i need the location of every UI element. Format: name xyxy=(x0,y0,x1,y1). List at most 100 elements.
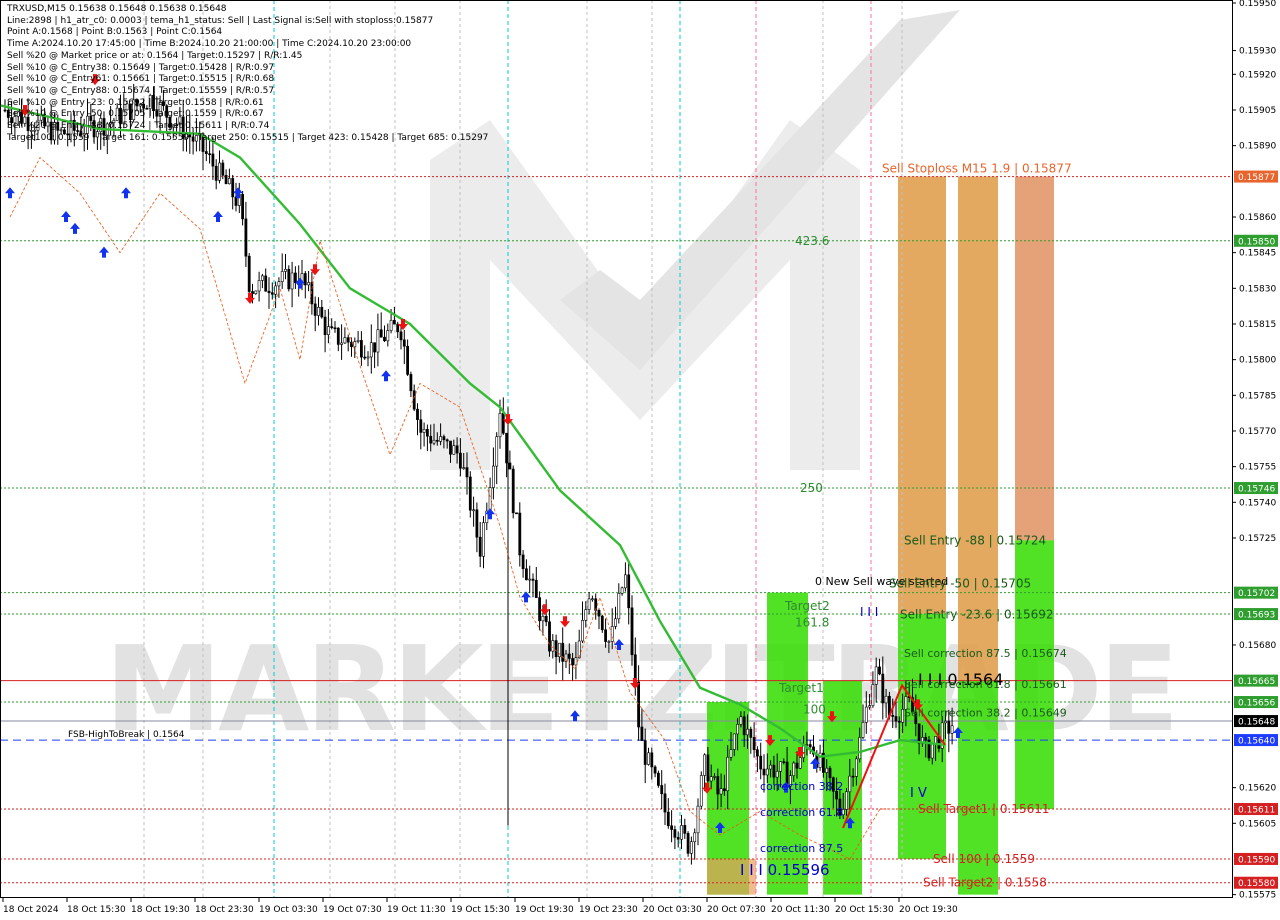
candle-body xyxy=(257,280,261,292)
candle-body xyxy=(548,621,551,652)
chart-label: Sell Stoploss M15 1.9 | 0.15877 xyxy=(882,162,1072,176)
price-tag-label: 0.15746 xyxy=(1238,485,1275,495)
candle-body xyxy=(323,316,327,335)
chart-label: Sell 100 | 0.1559 xyxy=(933,852,1035,866)
price-tag-label: 0.15580 xyxy=(1238,879,1275,889)
candle-body xyxy=(468,476,472,511)
chart-label: correction 38.2 xyxy=(760,780,843,793)
candle-body xyxy=(241,194,245,220)
candle-body xyxy=(736,724,740,735)
candle-body xyxy=(775,771,779,778)
chart-label: I I I xyxy=(860,605,878,619)
candle-body xyxy=(501,413,505,434)
candle-body xyxy=(445,439,449,442)
candle-body xyxy=(924,736,928,741)
candle-body xyxy=(851,775,855,778)
candle-body xyxy=(544,616,548,623)
time-tick-label: 20 Oct 07:30 xyxy=(707,905,766,915)
candle-body xyxy=(435,439,439,442)
candle-body xyxy=(808,744,812,748)
candle-body xyxy=(409,374,413,392)
candle-body xyxy=(274,285,278,295)
candle-body xyxy=(861,722,865,738)
candle-body xyxy=(280,271,284,282)
candle-body xyxy=(716,776,720,795)
candle-body xyxy=(647,752,650,765)
candle-body xyxy=(864,706,868,723)
price-tick-label: 0.15755 xyxy=(1239,463,1276,473)
candle-body xyxy=(534,580,538,598)
candle-body xyxy=(214,165,218,181)
candle-body xyxy=(894,716,898,722)
candle-body xyxy=(693,832,697,843)
candle-body xyxy=(333,327,337,330)
candle-body xyxy=(247,255,251,292)
candle-body xyxy=(406,345,410,375)
candle-body xyxy=(270,292,274,295)
price-tag-label: 0.15877 xyxy=(1238,173,1275,183)
candle-body xyxy=(607,641,611,643)
candle-body xyxy=(706,754,710,782)
candle-body xyxy=(782,761,786,764)
chart-label: Target2 xyxy=(784,599,830,613)
time-tick-label: 20 Oct 19:30 xyxy=(899,905,958,915)
chart-label: Sell Target1 | 0.15611 xyxy=(918,802,1050,816)
candle-body xyxy=(541,616,545,622)
candle-body xyxy=(396,323,400,333)
time-tick-label: 19 Oct 11:30 xyxy=(387,905,446,915)
price-tick-label: 0.15725 xyxy=(1239,534,1276,544)
chart-label: Sell Target2 | 0.1558 xyxy=(923,876,1047,890)
time-tick-label: 19 Oct 07:30 xyxy=(323,905,382,915)
candle-body xyxy=(689,841,693,854)
info-line: Point A:0.1568 | Point B:0.1563 | Point … xyxy=(7,27,223,38)
candle-body xyxy=(320,307,324,318)
candle-body xyxy=(524,568,528,581)
candle-body xyxy=(359,340,363,358)
price-tick-label: 0.15905 xyxy=(1239,106,1276,116)
candle-body xyxy=(765,768,769,776)
candle-body xyxy=(287,268,291,290)
candle-body xyxy=(369,342,373,358)
price-tag-label: 0.15850 xyxy=(1238,237,1275,247)
candle-body xyxy=(739,716,743,725)
info-line: Sell %20 @ Entry -88: 0.15724 | Target:0… xyxy=(7,121,270,132)
candle-body xyxy=(336,327,340,345)
candle-body xyxy=(208,153,212,156)
price-tick-label: 0.15770 xyxy=(1239,427,1276,437)
chart-label: 161.8 xyxy=(795,615,829,629)
price-axis: 0.15950 0.15930 0.15920 0.15905 0.15890 0.158… xyxy=(1232,0,1280,920)
candle-body xyxy=(749,728,753,738)
candle-body xyxy=(713,776,716,778)
candle-body xyxy=(699,775,703,807)
candle-body xyxy=(224,175,228,185)
price-tick-label: 0.15680 xyxy=(1239,641,1276,651)
candle-body xyxy=(491,465,495,488)
candle-body xyxy=(317,307,320,316)
candle-body xyxy=(673,829,677,838)
candle-body xyxy=(874,666,878,685)
candle-body xyxy=(944,720,947,724)
candle-body xyxy=(399,331,403,341)
time-tick-label: 20 Oct 15:30 xyxy=(835,905,894,915)
info-line: Line:2898 | h1_atr_c0: 0.0003 | tema_h1_… xyxy=(7,15,434,26)
price-tag-label: 0.15665 xyxy=(1238,677,1275,687)
candle-body xyxy=(630,607,634,656)
candle-body xyxy=(795,762,799,769)
chart-label: correction 87.5 xyxy=(760,842,843,855)
candle-body xyxy=(709,776,713,782)
candle-body xyxy=(554,640,558,658)
candle-body xyxy=(465,467,469,478)
candle-body xyxy=(828,767,832,779)
candle-body xyxy=(254,290,258,294)
zone-bar xyxy=(958,176,998,681)
chart-label: FSB-HighToBreak | 0.1564 xyxy=(68,730,185,740)
candle-body xyxy=(353,341,357,348)
candle-body xyxy=(683,825,687,834)
candle-body xyxy=(412,390,416,410)
candle-body xyxy=(402,339,406,347)
info-line: Sell %10 @ Entry -23: 0.15692 | Target:0… xyxy=(7,97,264,108)
candle-body xyxy=(640,726,644,741)
price-tick-label: 0.15930 xyxy=(1239,47,1276,57)
candle-body xyxy=(389,320,393,331)
candle-body xyxy=(656,772,660,786)
